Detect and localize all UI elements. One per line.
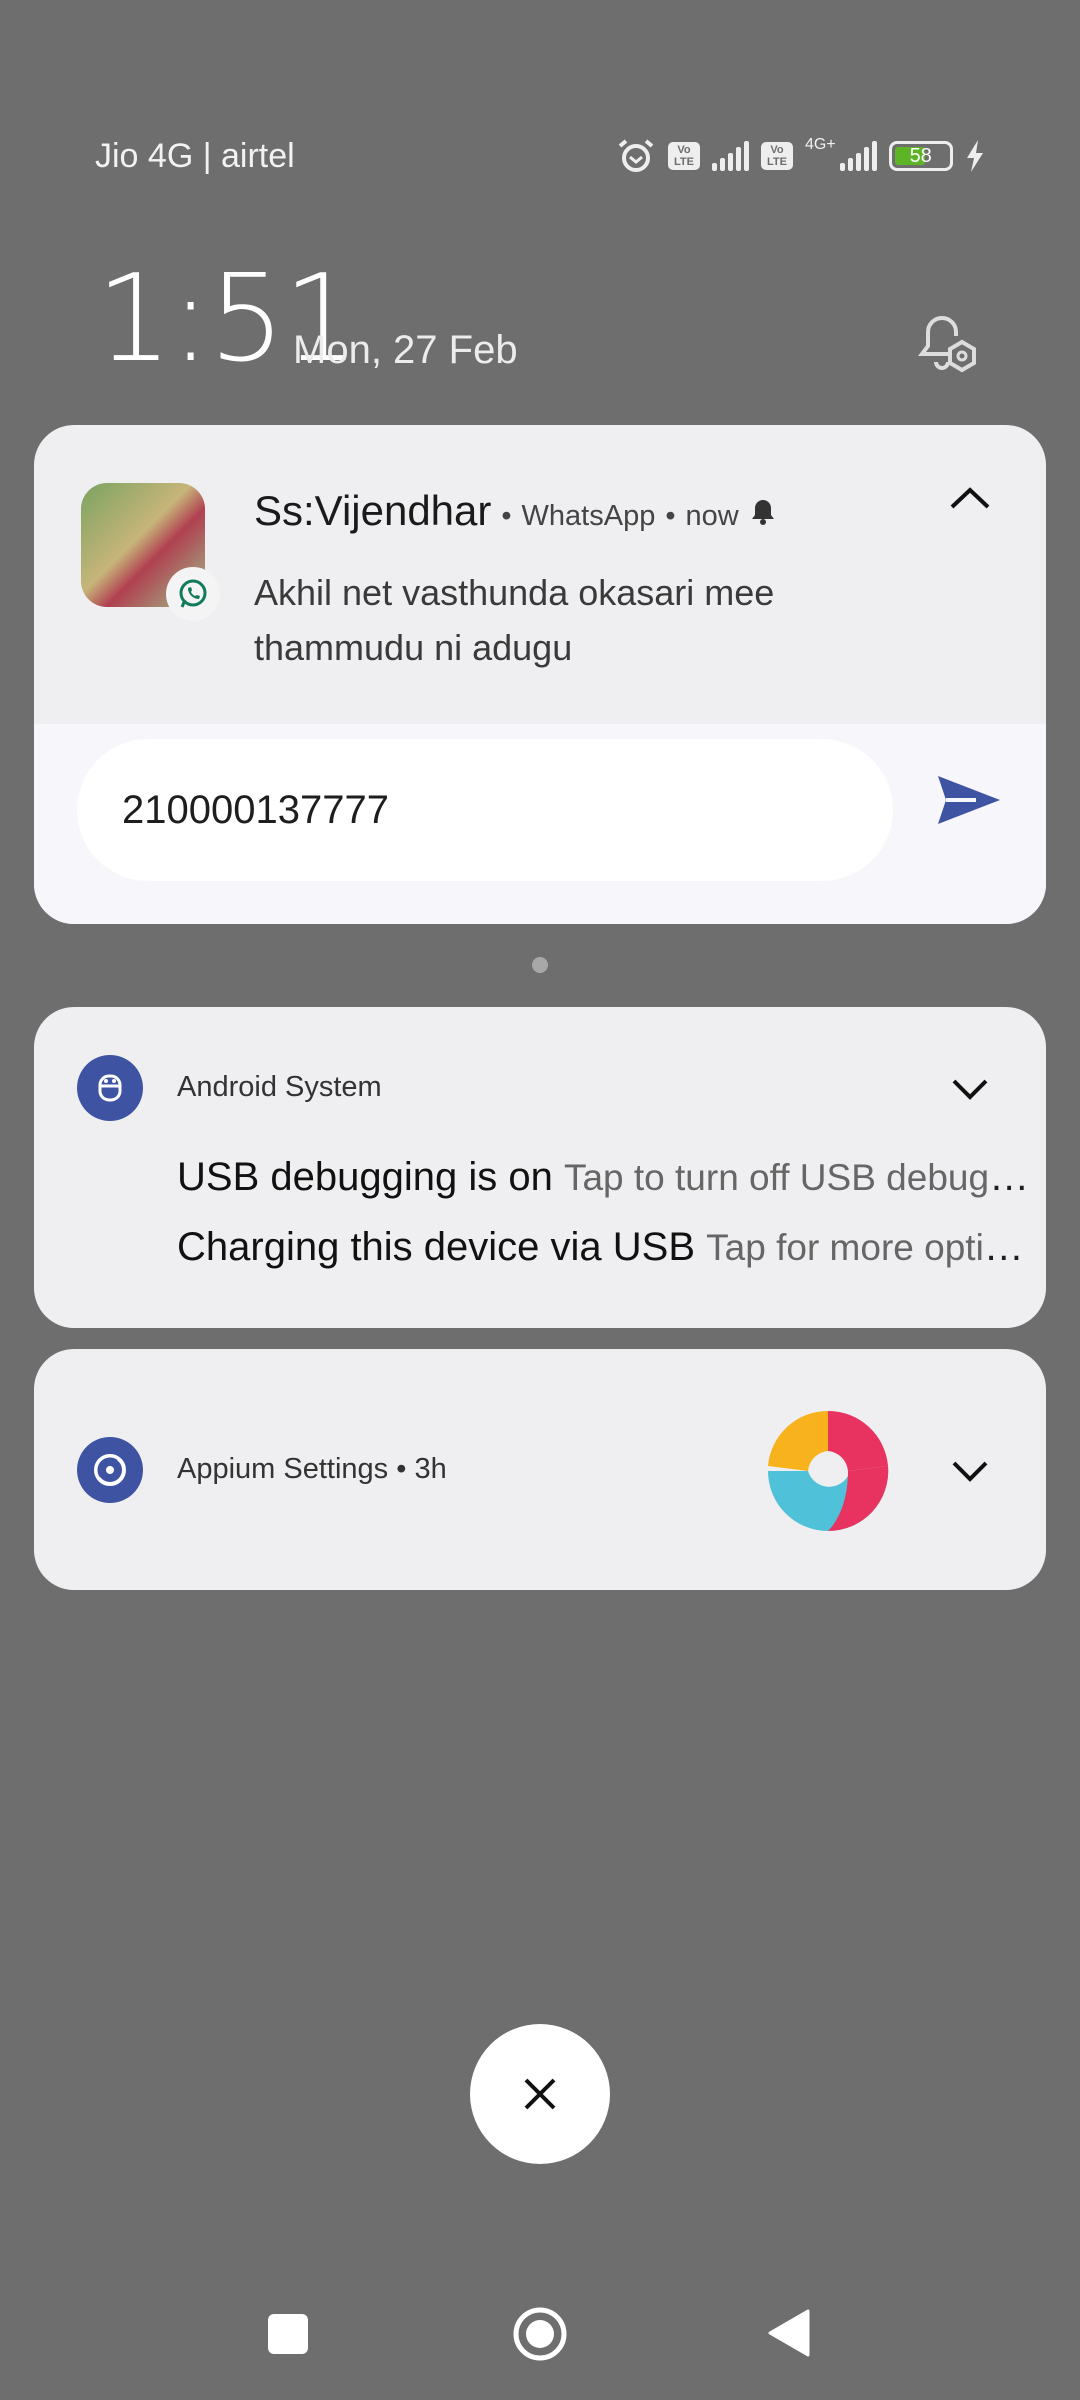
page-indicator bbox=[532, 957, 548, 973]
chevron-up-icon[interactable] bbox=[934, 473, 1006, 525]
app-name-time: Appium Settings • 3h bbox=[177, 1453, 447, 1485]
sender-name: Ss:Vijendhar bbox=[254, 487, 492, 534]
appium-icon bbox=[77, 1437, 143, 1503]
signal-icon bbox=[839, 141, 877, 171]
signal-icon bbox=[712, 141, 749, 171]
volte-icon: Vo LTE bbox=[668, 142, 700, 170]
recents-button[interactable] bbox=[266, 2312, 310, 2356]
appium-logo bbox=[768, 1410, 889, 1532]
chevron-down-icon[interactable] bbox=[940, 1069, 1000, 1109]
clear-all-button[interactable] bbox=[470, 2024, 610, 2164]
status-icons: Vo LTE Vo LTE 4G+ 58 bbox=[616, 136, 985, 174]
appium-notification[interactable]: Appium Settings • 3h bbox=[34, 1349, 1046, 1590]
alarm-icon bbox=[618, 139, 654, 172]
whatsapp-notification[interactable]: Ss:Vijendhar • WhatsApp • now Akhil net va… bbox=[34, 425, 1046, 924]
battery-icon: 58 bbox=[888, 141, 953, 171]
bell-icon bbox=[751, 500, 774, 525]
chevron-down-icon[interactable] bbox=[940, 1451, 1000, 1491]
charging-icon bbox=[966, 140, 983, 172]
notification-line: Charging this device via USB Tap for mor… bbox=[177, 1225, 1037, 1269]
date: Mon, 27 Feb bbox=[293, 328, 518, 372]
message-text: Akhil net vasthunda okasari mee thammudu… bbox=[254, 572, 775, 668]
back-button[interactable] bbox=[766, 2308, 812, 2358]
whatsapp-icon bbox=[166, 567, 220, 621]
notification-line: USB debugging is on Tap to turn off USB … bbox=[177, 1155, 1037, 1199]
notification-settings-icon[interactable] bbox=[912, 310, 982, 380]
close-icon bbox=[524, 2078, 556, 2110]
send-icon[interactable] bbox=[934, 770, 1004, 830]
home-button[interactable] bbox=[512, 2306, 568, 2362]
carrier-label: Jio 4G | airtel bbox=[95, 137, 295, 175]
android-system-notification[interactable]: Android System USB debugging is on Tap t… bbox=[34, 1007, 1046, 1328]
app-name: Android System bbox=[177, 1071, 382, 1103]
battery-level: 58 bbox=[909, 145, 932, 167]
reply-input[interactable]: 210000137777 bbox=[77, 739, 893, 881]
notification-time: now bbox=[685, 500, 739, 532]
volte-icon: Vo LTE bbox=[761, 142, 793, 170]
android-system-icon bbox=[77, 1055, 143, 1121]
network-type: 4G+ bbox=[805, 136, 836, 153]
app-name: WhatsApp bbox=[521, 500, 656, 532]
